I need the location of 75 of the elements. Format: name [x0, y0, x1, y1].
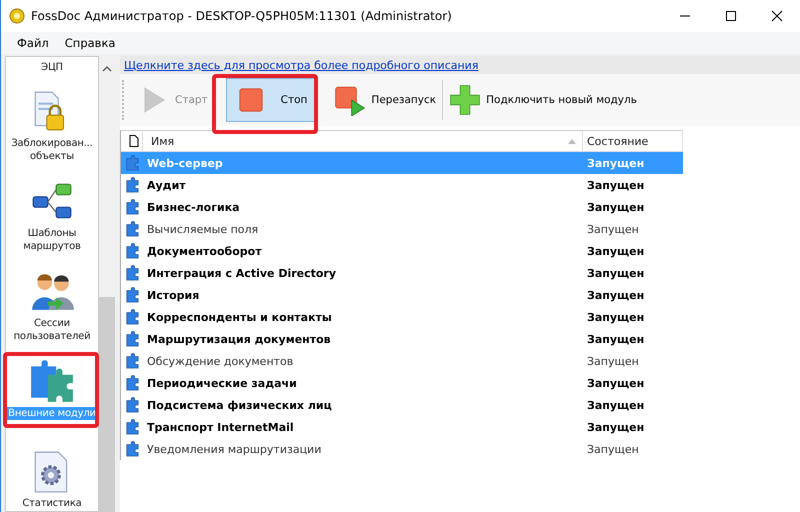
table-cell-text: Интеграция с Active Directory: [146, 266, 338, 282]
table-cell-text: Web-сервер: [146, 156, 224, 172]
puzzle-icon: [124, 375, 140, 391]
toolbar-button[interactable]: Перезапуск: [330, 78, 440, 122]
table-cell-text: Вычисляемые поля: [146, 222, 260, 238]
table-row[interactable]: Обсуждение документов Запущен: [121, 350, 683, 372]
stop-play-icon: [334, 84, 366, 116]
table-row[interactable]: Вычисляемые поля Запущен: [121, 218, 683, 240]
table-cell-text: Аудит: [146, 178, 187, 194]
table-cell-text: Запущен: [586, 376, 646, 392]
puzzle-icon: [124, 397, 140, 413]
table-cell-text: Запущен: [586, 354, 640, 370]
table-cell-text: Запущен: [586, 288, 646, 304]
puzzle-icon: [29, 359, 75, 403]
column-header[interactable]: Имя: [143, 131, 583, 151]
table-cell-text: Запущен: [586, 178, 646, 194]
table-cell-text: Запущен: [586, 310, 646, 326]
table-row[interactable]: Бизнес-логика Запущен: [121, 196, 683, 218]
table-cell-text: Запущен: [586, 200, 646, 216]
table-cell-text: Запущен: [586, 398, 646, 414]
puzzle-icon: [124, 177, 140, 193]
table-cell-text: Бизнес-логика: [146, 200, 241, 216]
puzzle-icon: [124, 287, 140, 303]
table-row[interactable]: Уведомления маршрутизации Запущен: [121, 438, 683, 460]
puzzle-icon: [124, 353, 140, 369]
scroll-up-icon[interactable]: [102, 66, 112, 72]
toolbar-button[interactable]: Стоп: [226, 78, 316, 122]
table-cell-text: Запущен: [586, 156, 646, 172]
toolbar-button[interactable]: Подключить новый модуль: [445, 78, 641, 122]
table-row[interactable]: История Запущен: [121, 284, 683, 306]
table-row[interactable]: Подсистема физических лиц Запущен: [121, 394, 683, 416]
table-cell-text: Запущен: [586, 420, 646, 436]
table-row[interactable]: Периодические задачи Запущен: [121, 372, 683, 394]
column-header[interactable]: Состояние: [583, 131, 683, 151]
sidebar-item[interactable]: ЭЦП: [41, 61, 63, 74]
puzzle-icon: [124, 441, 140, 457]
table-cell-text: Запущен: [586, 244, 646, 260]
sidebar-item[interactable]: Заблокирован... объекты: [11, 137, 93, 163]
app-icon: [9, 8, 25, 24]
puzzle-icon: [124, 243, 140, 259]
table-cell-text: Подсистема физических лиц: [146, 398, 333, 414]
menu-item[interactable]: Файл: [9, 36, 57, 50]
page-icon: [128, 135, 138, 147]
table-cell-text: История: [146, 288, 200, 304]
puzzle-icon: [124, 265, 140, 281]
table-cell-text: Уведомления маршрутизации: [146, 442, 322, 458]
table-row[interactable]: Маршрутизация документов Запущен: [121, 328, 683, 350]
puzzle-icon: [124, 309, 140, 325]
plus-icon: [449, 84, 482, 116]
table-cell-text: Периодические задачи: [146, 376, 298, 392]
puzzle-icon: [124, 419, 140, 435]
table-cell-text: Транспорт InternetMail: [146, 420, 295, 436]
table-cell-text: Запущен: [586, 442, 640, 458]
sidebar-item[interactable]: Статистика: [22, 497, 82, 510]
table-cell-text: Документооборот: [146, 244, 263, 260]
puzzle-icon: [124, 331, 140, 347]
table-cell-text: Запущен: [586, 222, 640, 238]
window-title: FossDoc Администратор - DESKTOP-Q5PH05M:11301 (Administrator): [31, 9, 453, 23]
table-row[interactable]: Транспорт InternetMail Запущен: [121, 416, 683, 438]
sidebar-item[interactable]: Шаблоны маршрутов: [23, 227, 81, 253]
sidebar-item[interactable]: Сессии пользователей: [14, 317, 90, 343]
table-cell-text: Запущен: [586, 332, 646, 348]
table-row[interactable]: Корреспонденты и контакты Запущен: [121, 306, 683, 328]
puzzle-icon: [124, 199, 140, 215]
puzzle-icon: [124, 221, 140, 237]
menu-item[interactable]: Справка: [56, 36, 124, 50]
table-cell-text: Запущен: [586, 266, 646, 282]
puzzle-icon: [124, 155, 140, 171]
table-cell-text: Маршрутизация документов: [146, 332, 332, 348]
sort-icon: [568, 138, 576, 144]
table-cell-text: Обсуждение документов: [146, 354, 294, 370]
table-row[interactable]: Аудит Запущен: [121, 174, 683, 196]
table-cell-text: Корреспонденты и контакты: [146, 310, 333, 326]
table-row[interactable]: Документооборот Запущен: [121, 240, 683, 262]
table-row[interactable]: Интеграция с Active Directory Запущен: [121, 262, 683, 284]
